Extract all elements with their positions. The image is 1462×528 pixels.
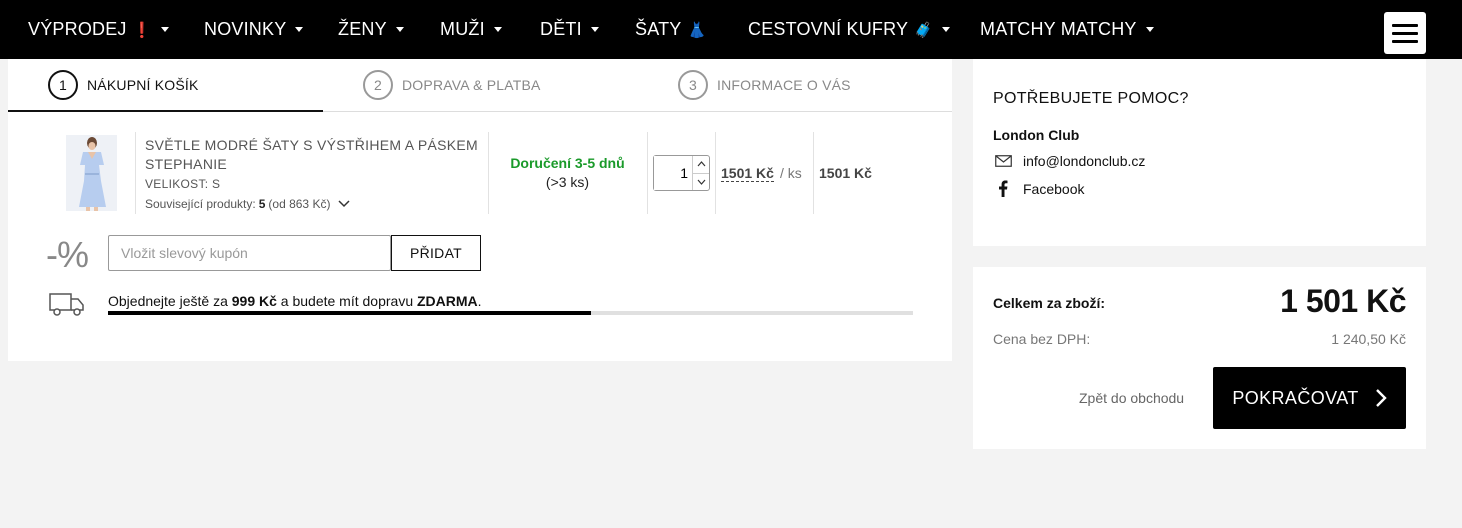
column-divider [135, 132, 136, 214]
step-number: 1 [48, 70, 78, 100]
step-cart[interactable]: 1 NÁKUPNÍ KOŠÍK [48, 59, 199, 111]
column-divider [715, 132, 716, 214]
free-shipping-message: Objednejte ještě za 999 Kč a budete mít … [108, 293, 482, 309]
hamburger-icon-line [1392, 39, 1418, 43]
related-products-toggle[interactable]: Související produkty: 5 (od 863 Kč) [145, 197, 350, 211]
product-size: VELIKOST: S [145, 177, 221, 191]
step-label: DOPRAVA & PLATBA [402, 77, 541, 93]
price-without-vat: 1 240,50 Kč [1331, 331, 1406, 347]
ship-text-before: Objednejte ještě za [108, 293, 228, 309]
hamburger-menu-button[interactable] [1384, 12, 1426, 54]
help-facebook-link[interactable]: Facebook [993, 180, 1084, 197]
nav-label: MATCHY MATCHY [980, 19, 1137, 39]
chevron-right-icon [1375, 389, 1387, 407]
nav-item-cestovni-kufry[interactable]: CESTOVNÍ KUFRY 🧳 [748, 0, 951, 59]
cart-panel: 1 NÁKUPNÍ KOŠÍK 2 DOPRAVA & PLATBA 3 INF… [8, 59, 952, 361]
related-price-from: (od 863 Kč) [268, 197, 331, 211]
total-label: Celkem za zboží: [993, 295, 1106, 311]
ship-text-middle: a budete mít dopravu [280, 293, 414, 309]
product-name-link[interactable]: SVĚTLE MODRÉ ŠATY S VÝSTŘIHEM A PÁSKEM S… [145, 136, 485, 174]
back-to-shop-link[interactable]: Zpět do obchodu [1079, 390, 1184, 406]
quantity-increase-button[interactable] [693, 156, 709, 173]
quantity-stepper [653, 155, 710, 191]
step-number: 2 [363, 70, 393, 100]
nav-item-novinky[interactable]: NOVINKY [204, 0, 304, 59]
caret-down-icon [590, 27, 599, 32]
continue-label: POKRAČOVAT [1232, 387, 1359, 408]
nav-item-vyprodej[interactable]: VÝPRODEJ ❗ [28, 0, 169, 59]
total-amount: 1 501 Kč [1280, 283, 1406, 319]
step-label: INFORMACE O VÁS [717, 77, 851, 93]
active-step-indicator [8, 110, 323, 112]
column-divider [813, 132, 814, 214]
luggage-icon: 🧳 [914, 21, 934, 39]
product-image[interactable] [66, 135, 117, 211]
facebook-icon [993, 180, 1013, 197]
help-facebook: Facebook [1023, 180, 1085, 197]
nav-item-zeny[interactable]: ŽENY [338, 0, 404, 59]
hamburger-icon-line [1392, 31, 1418, 35]
dress-icon: 👗 [687, 21, 707, 39]
caret-down-icon [295, 27, 304, 32]
nav-label: ŠATY [635, 19, 682, 39]
nav-item-saty[interactable]: ŠATY 👗 [635, 0, 706, 59]
caret-down-icon [493, 27, 502, 32]
help-panel: POTŘEBUJETE POMOC? London Club info@lond… [973, 59, 1426, 246]
caret-down-icon [1145, 27, 1154, 32]
help-company-name: London Club [993, 127, 1080, 143]
line-total-price: 1501 Kč [819, 165, 872, 181]
help-email-link[interactable]: info@londonclub.cz [993, 153, 1145, 169]
nav-item-muzi[interactable]: MUŽI [440, 0, 502, 59]
order-summary-panel: Celkem za zboží: 1 501 Kč Cena bez DPH: … [973, 267, 1426, 449]
ship-text-end: . [477, 293, 482, 309]
step-customer-info[interactable]: 3 INFORMACE O VÁS [678, 59, 851, 111]
nav-label: NOVINKY [204, 19, 287, 39]
truck-icon [48, 291, 86, 322]
help-email: info@londonclub.cz [1023, 153, 1146, 169]
price-without-vat-label: Cena bez DPH: [993, 331, 1091, 347]
ship-remaining-amount: 999 Kč [231, 293, 277, 309]
caret-down-icon [942, 27, 951, 32]
free-shipping-progress-bar [108, 311, 913, 315]
chevron-up-icon [697, 161, 705, 167]
nav-label: CESTOVNÍ KUFRY [748, 19, 909, 39]
exclamation-icon: ❗ [132, 21, 152, 39]
nav-item-deti[interactable]: DĚTI [540, 0, 599, 59]
add-coupon-button[interactable]: PŘIDAT [391, 235, 481, 271]
step-shipping-payment[interactable]: 2 DOPRAVA & PLATBA [363, 59, 541, 111]
step-number: 3 [678, 70, 708, 100]
help-title: POTŘEBUJETE POMOC? [993, 90, 1189, 107]
nav-label: MUŽI [440, 19, 485, 39]
caret-down-icon [395, 27, 404, 32]
nav-label: VÝPRODEJ [28, 19, 127, 39]
per-unit-label: / ks [779, 165, 802, 181]
chevron-down-icon [697, 179, 705, 185]
stock-availability: (>3 ks) [545, 174, 590, 190]
free-shipping-progress-fill [108, 311, 591, 315]
caret-down-icon [160, 27, 169, 32]
related-count: 5 [258, 197, 266, 211]
delivery-time: Doručení 3-5 dnů [510, 155, 625, 171]
top-navigation: VÝPRODEJ ❗ NOVINKY ŽENY MUŽI DĚTI ŠATY 👗… [0, 0, 1462, 59]
quantity-decrease-button[interactable] [693, 172, 709, 191]
coupon-input[interactable] [108, 235, 391, 271]
chevron-down-icon [338, 197, 350, 211]
related-label: Související produkty: [145, 197, 256, 211]
ship-free-label: ZDARMA [417, 293, 478, 309]
column-divider [647, 132, 648, 214]
step-label: NÁKUPNÍ KOŠÍK [87, 77, 199, 93]
nav-label: ŽENY [338, 19, 387, 39]
continue-button[interactable]: POKRAČOVAT [1213, 367, 1406, 429]
delivery-info: Doručení 3-5 dnů (>3 ks) [488, 155, 647, 190]
envelope-icon [993, 155, 1013, 167]
nav-item-matchy-matchy[interactable]: MATCHY MATCHY [980, 0, 1154, 59]
nav-label: DĚTI [540, 19, 582, 39]
discount-percent-icon: -% [46, 234, 89, 275]
hamburger-icon-line [1392, 23, 1418, 27]
unit-price: 1501 Kč / ks [721, 165, 802, 182]
quantity-input[interactable] [654, 156, 692, 190]
unit-price-value: 1501 Kč [721, 165, 774, 182]
